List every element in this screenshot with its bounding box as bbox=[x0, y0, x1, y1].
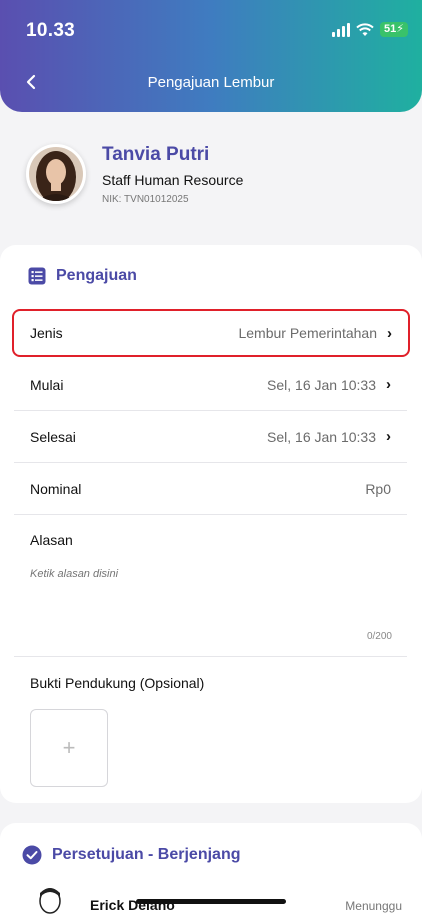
mulai-value: Sel, 16 Jan 10:33 bbox=[267, 376, 376, 393]
upload-button[interactable]: + bbox=[30, 709, 108, 787]
persetujuan-title: Persetujuan - Berjenjang bbox=[52, 846, 241, 863]
avatar-image bbox=[29, 147, 83, 201]
chevron-right-icon: › bbox=[387, 324, 392, 342]
persetujuan-header: Persetujuan - Berjenjang bbox=[22, 845, 241, 865]
wifi-icon bbox=[356, 22, 374, 36]
chevron-right-icon: › bbox=[386, 376, 391, 393]
home-indicator bbox=[136, 899, 286, 904]
check-circle-icon bbox=[22, 845, 42, 865]
mulai-label: Mulai bbox=[30, 376, 64, 393]
mulai-row[interactable]: Mulai Sel, 16 Jan 10:33 › bbox=[14, 359, 407, 411]
approver-avatar bbox=[39, 888, 61, 914]
selesai-value: Sel, 16 Jan 10:33 bbox=[267, 428, 376, 445]
jenis-label: Jenis bbox=[30, 325, 63, 341]
nominal-value: Rp0 bbox=[365, 480, 391, 497]
selesai-value-group: Sel, 16 Jan 10:33 › bbox=[267, 428, 391, 445]
nominal-label: Nominal bbox=[30, 480, 82, 497]
approver-status: Menunggu bbox=[345, 899, 402, 913]
battery-indicator: 51⚡ bbox=[380, 22, 408, 37]
selesai-label: Selesai bbox=[30, 428, 76, 445]
bukti-label: Bukti Pendukung (Opsional) bbox=[30, 675, 205, 691]
status-time: 10.33 bbox=[26, 20, 76, 41]
pengajuan-title: Pengajuan bbox=[56, 267, 137, 284]
battery-level: 51 bbox=[384, 23, 397, 35]
profile-role: Staff Human Resource bbox=[102, 172, 244, 188]
status-icons: 51⚡ bbox=[332, 22, 408, 37]
chevron-right-icon: › bbox=[386, 428, 391, 445]
page-title: Pengajuan Lembur bbox=[147, 74, 275, 91]
jenis-value: Lembur Pemerintahan bbox=[238, 325, 377, 341]
pengajuan-card: Pengajuan Jenis Lembur Pemerintahan › Mu… bbox=[0, 245, 422, 803]
signal-icon bbox=[332, 22, 351, 37]
mulai-value-group: Sel, 16 Jan 10:33 › bbox=[267, 376, 391, 393]
app-header: 10.33 51⚡ Pengajuan Lembur bbox=[0, 0, 422, 112]
jenis-value-group: Lembur Pemerintahan › bbox=[238, 325, 392, 342]
alasan-char-count: 0/200 bbox=[366, 631, 392, 642]
profile-nik: NIK: TVN01012025 bbox=[102, 194, 189, 205]
avatar bbox=[26, 144, 86, 204]
list-icon bbox=[28, 267, 46, 285]
alasan-input[interactable] bbox=[30, 568, 392, 628]
profile-name: Tanvia Putri bbox=[102, 144, 210, 165]
plus-icon: + bbox=[62, 735, 76, 760]
pengajuan-header: Pengajuan bbox=[28, 267, 137, 285]
selesai-row[interactable]: Selesai Sel, 16 Jan 10:33 › bbox=[14, 411, 407, 463]
divider bbox=[14, 656, 407, 657]
alasan-label: Alasan bbox=[30, 532, 73, 548]
profile-section: Tanvia Putri Staff Human Resource NIK: T… bbox=[26, 144, 396, 208]
nominal-row[interactable]: Nominal Rp0 bbox=[14, 463, 407, 515]
jenis-row[interactable]: Jenis Lembur Pemerintahan › bbox=[12, 309, 410, 357]
